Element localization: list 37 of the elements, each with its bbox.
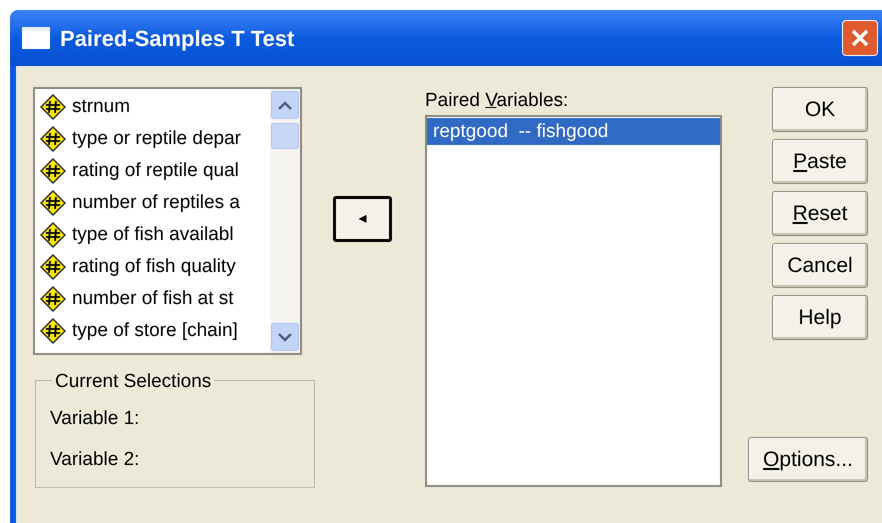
variable-item[interactable]: type of fish availabl — [72, 220, 234, 250]
dialog-button[interactable]: Options... — [748, 437, 868, 482]
selection-label: Variable 2: — [50, 448, 140, 472]
numeric-variable-icon — [40, 318, 66, 344]
variable-item[interactable]: number of fish at st — [72, 284, 234, 314]
window-title: Paired-Samples T Test — [60, 24, 296, 53]
numeric-variable-icon — [40, 222, 66, 248]
numeric-variable-icon — [40, 190, 66, 216]
window-icon — [22, 27, 50, 49]
variable-item[interactable]: rating of fish quality — [72, 252, 236, 282]
variable-item[interactable]: type or reptile depar — [72, 124, 241, 154]
dialog-button[interactable]: Reset — [772, 191, 868, 236]
scrollbar[interactable] — [270, 89, 300, 353]
numeric-variable-icon — [40, 94, 66, 120]
dialog-button[interactable]: Paste — [772, 139, 868, 184]
dialog-button[interactable]: Help — [772, 295, 868, 340]
numeric-variable-icon — [40, 126, 66, 152]
paired-variables-label: Paired Variables: — [425, 89, 570, 113]
dialog-button[interactable]: OK — [772, 87, 868, 132]
variable-item[interactable]: type of store [chain] — [72, 316, 238, 346]
close-icon — [850, 28, 870, 48]
chevron-down-icon — [278, 332, 292, 342]
scroll-thumb[interactable] — [271, 123, 299, 149]
dialog-button[interactable]: Cancel — [772, 243, 868, 288]
chevron-up-icon — [278, 100, 292, 110]
move-button[interactable]: ◂ — [333, 196, 392, 242]
numeric-variable-icon — [40, 286, 66, 312]
variable-item[interactable]: strnum — [72, 92, 130, 122]
numeric-variable-icon — [40, 158, 66, 184]
paired-item[interactable]: reptgood -- fishgood — [427, 118, 720, 145]
variable-item[interactable]: number of reptiles a — [72, 188, 240, 218]
selection-label: Variable 1: — [50, 407, 140, 431]
close-button[interactable] — [842, 20, 878, 56]
variable-item[interactable]: rating of reptile qual — [72, 156, 239, 186]
numeric-variable-icon — [40, 254, 66, 280]
scroll-up-button[interactable] — [271, 91, 299, 119]
scroll-down-button[interactable] — [271, 323, 299, 351]
